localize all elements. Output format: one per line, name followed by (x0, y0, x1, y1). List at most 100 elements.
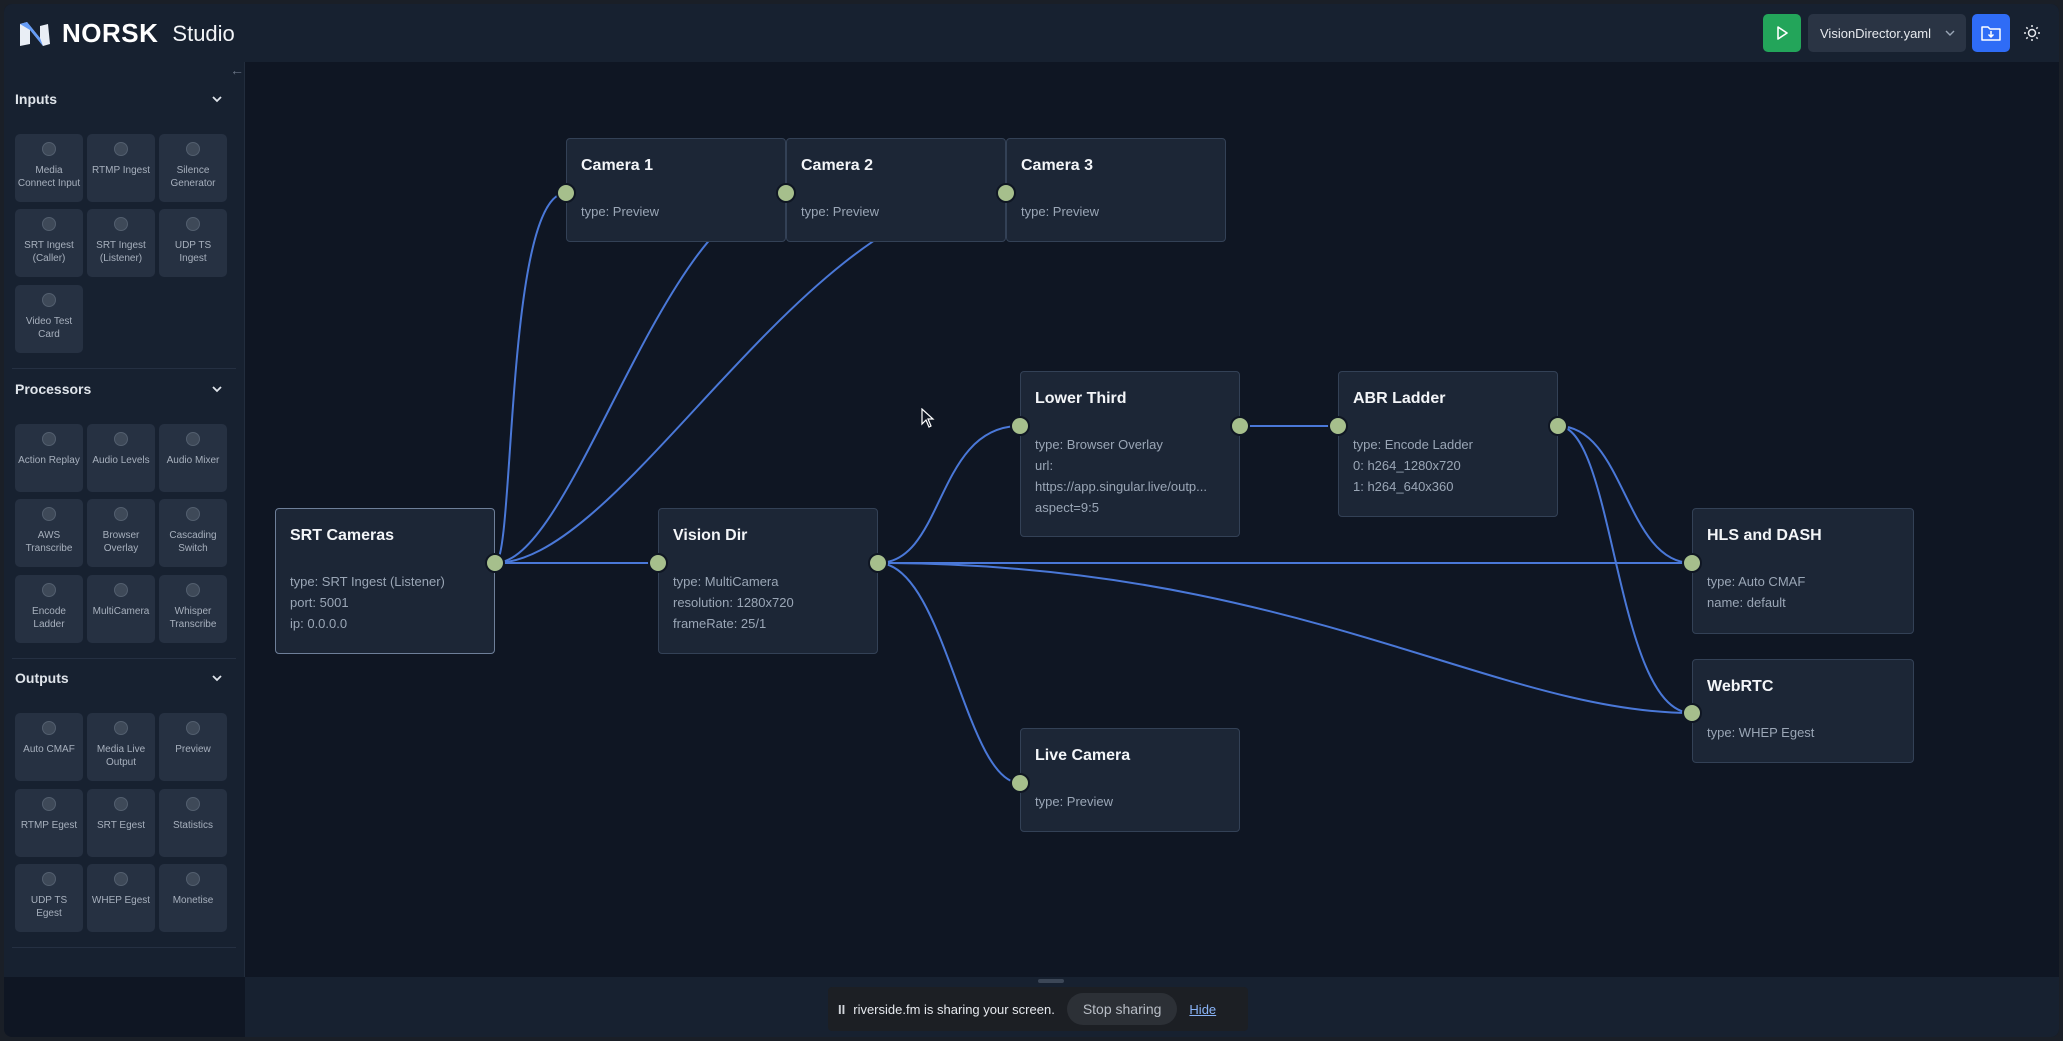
node-detail-line: type: MultiCamera (673, 574, 779, 589)
palette-item-action-replay[interactable]: Action Replay (15, 424, 83, 492)
node-live-camera[interactable]: Live Camera type: Preview (1020, 728, 1240, 832)
palette-item-aws-transcribe[interactable]: AWS Transcribe (15, 499, 83, 567)
folder-download-icon (1981, 26, 2001, 41)
palette-item-label: Audio Levels (92, 455, 150, 466)
palette-item-label: Silence Generator (170, 165, 216, 189)
file-select[interactable]: VisionDirector.yaml (1808, 14, 1966, 52)
node-type-icon (114, 797, 128, 811)
node-type-icon (42, 293, 56, 307)
node-detail-line: ip: 0.0.0.0 (290, 616, 348, 631)
node-detail-line: type: Auto CMAF (1707, 574, 1806, 589)
palette-item-media-connect-input[interactable]: Media Connect Input (15, 134, 83, 202)
palette-item-label: UDP TS Egest (30, 895, 68, 919)
theme-toggle-button[interactable] (2020, 21, 2044, 45)
node-webrtc[interactable]: WebRTC type: WHEP Egest (1692, 659, 1914, 763)
palette-item-rtmp-ingest[interactable]: RTMP Ingest (87, 134, 155, 202)
palette-item-srt-egest[interactable]: SRT Egest (87, 789, 155, 857)
node-title: SRT Cameras (290, 527, 395, 544)
palette-item-label: SRT Ingest (Caller) (24, 240, 74, 264)
palette-item-label: RTMP Egest (20, 820, 78, 831)
input-handle-camera-2[interactable] (776, 183, 796, 203)
palette-item-label: Browser Overlay (102, 530, 140, 554)
input-handle-camera-1[interactable] (556, 183, 576, 203)
node-detail-line: 0: h264_1280x720 (1353, 458, 1461, 473)
palette-item-statistics[interactable]: Statistics (159, 789, 227, 857)
section-divider (12, 947, 236, 948)
output-handle-lower-third[interactable] (1230, 416, 1250, 436)
node-type-icon (42, 721, 56, 735)
node-detail-line: type: SRT Ingest (Listener) (290, 574, 445, 589)
file-select-value: VisionDirector.yaml (1820, 25, 1932, 41)
chevron-down-icon[interactable] (210, 382, 224, 396)
save-file-button[interactable] (1972, 14, 2010, 52)
palette-item-label: Auto CMAF (23, 744, 75, 755)
node-vision-dir[interactable]: Vision Dir type: MultiCamera resolution:… (658, 508, 878, 654)
palette-item-label: SRT Ingest (Listener) (96, 240, 146, 264)
node-detail-line: type: Preview (581, 204, 660, 219)
run-button[interactable] (1763, 14, 1801, 52)
input-handle-hls-and-dash[interactable] (1682, 553, 1702, 573)
chevron-down-icon[interactable] (210, 92, 224, 106)
input-handle-abr-ladder[interactable] (1328, 416, 1348, 436)
hide-banner-link[interactable]: Hide (1189, 1002, 1216, 1017)
node-type-icon (114, 507, 128, 521)
palette-item-cascading-switch[interactable]: Cascading Switch (159, 499, 227, 567)
palette-item-whep-egest[interactable]: WHEP Egest (87, 864, 155, 932)
node-camera-3[interactable]: Camera 3 type: Preview (1006, 138, 1226, 242)
palette-item-monetise[interactable]: Monetise (159, 864, 227, 932)
node-title: Camera 3 (1021, 157, 1094, 174)
edge-abr-to-webrtc[interactable] (1557, 425, 1693, 714)
node-camera-1[interactable]: Camera 1 type: Preview (566, 138, 786, 242)
palette-item-srt-ingest-listener[interactable]: SRT Ingest (Listener) (87, 209, 155, 277)
output-handle-vision-dir[interactable] (868, 553, 888, 573)
palette-item-audio-levels[interactable]: Audio Levels (87, 424, 155, 492)
input-handle-live-camera[interactable] (1010, 773, 1030, 793)
edge-vision-to-webrtc[interactable] (877, 562, 1693, 714)
flow-canvas[interactable]: Camera 1 type: Preview Camera 2 type: Pr… (245, 62, 2059, 977)
palette-item-udp-ts-egest[interactable]: UDP TS Egest (15, 864, 83, 932)
node-detail-line: type: Preview (1021, 204, 1100, 219)
palette-item-auto-cmaf[interactable]: Auto CMAF (15, 713, 83, 781)
edge-vision-to-lower-third[interactable] (877, 425, 1021, 564)
palette-item-label: Audio Mixer (166, 455, 220, 466)
palette-item-multicamera[interactable]: MultiCamera (87, 575, 155, 643)
node-title: WebRTC (1707, 678, 1774, 695)
node-detail-line: type: Preview (801, 204, 880, 219)
node-type-icon (114, 721, 128, 735)
input-handle-camera-3[interactable] (996, 183, 1016, 203)
palette-item-preview[interactable]: Preview (159, 713, 227, 781)
node-type-icon (186, 872, 200, 886)
palette-item-encode-ladder[interactable]: Encode Ladder (15, 575, 83, 643)
node-srt-cameras[interactable]: SRT Cameras type: SRT Ingest (Listener) … (275, 508, 495, 654)
input-handle-webrtc[interactable] (1682, 703, 1702, 723)
palette-item-rtmp-egest[interactable]: RTMP Egest (15, 789, 83, 857)
palette-item-media-live-output[interactable]: Media Live Output (87, 713, 155, 781)
palette-item-audio-mixer[interactable]: Audio Mixer (159, 424, 227, 492)
stop-sharing-button[interactable]: Stop sharing (1066, 993, 1178, 1025)
node-lower-third[interactable]: Lower Third type: Browser Overlay url: h… (1020, 371, 1240, 537)
chevron-down-icon[interactable] (210, 671, 224, 685)
node-camera-2[interactable]: Camera 2 type: Preview (786, 138, 1006, 242)
logo: NORSK Studio (18, 18, 235, 49)
node-detail-line: https://app.singular.live/outp... (1035, 479, 1207, 494)
node-hls-and-dash[interactable]: HLS and DASH type: Auto CMAF name: defau… (1692, 508, 1914, 634)
node-palette-sidebar: ← Inputs Media Connect Input RTMP Ingest… (4, 62, 245, 977)
node-detail-line: port: 5001 (290, 595, 349, 610)
input-handle-vision-dir[interactable] (648, 553, 668, 573)
collapse-sidebar-icon[interactable]: ← (230, 62, 244, 78)
palette-item-browser-overlay[interactable]: Browser Overlay (87, 499, 155, 567)
output-handle-abr-ladder[interactable] (1548, 416, 1568, 436)
output-handle-srt-cameras[interactable] (485, 553, 505, 573)
edge-vision-to-live-camera[interactable] (877, 562, 1021, 784)
node-abr-ladder[interactable]: ABR Ladder type: Encode Ladder 0: h264_1… (1338, 371, 1558, 517)
node-type-icon (186, 583, 200, 597)
brand-name: NORSK (62, 18, 159, 48)
palette-item-udp-ts-ingest[interactable]: UDP TS Ingest (159, 209, 227, 277)
panel-resize-handle[interactable] (1038, 979, 1064, 983)
palette-item-whisper-transcribe[interactable]: Whisper Transcribe (159, 575, 227, 643)
palette-item-srt-ingest-caller[interactable]: SRT Ingest (Caller) (15, 209, 83, 277)
palette-item-silence-generator[interactable]: Silence Generator (159, 134, 227, 202)
input-handle-lower-third[interactable] (1010, 416, 1030, 436)
palette-item-video-test-card[interactable]: Video Test Card (15, 285, 83, 353)
edge-abr-to-hls[interactable] (1557, 425, 1693, 564)
